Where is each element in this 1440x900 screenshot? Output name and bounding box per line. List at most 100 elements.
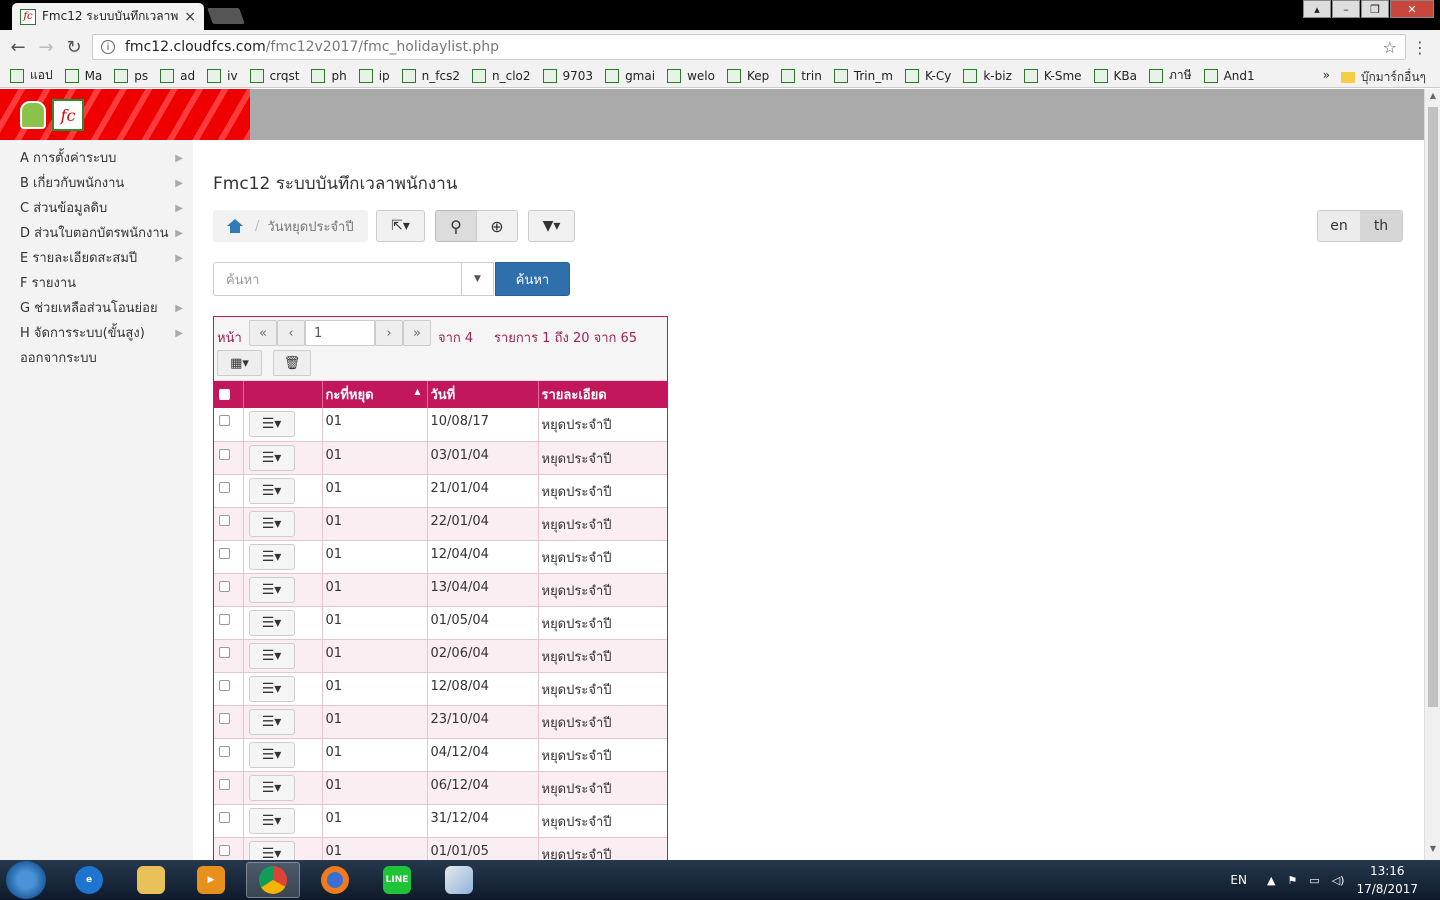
clock[interactable]: 13:16 17/8/2017 — [1356, 862, 1418, 898]
search-options-dropdown[interactable]: ▼ — [461, 262, 494, 296]
table-row[interactable]: ☰▾ 01 01/01/05 หยุดประจำปี — [214, 837, 667, 860]
column-header-detail[interactable]: รายละเอียด — [538, 381, 667, 408]
taskbar-firefox[interactable] — [308, 862, 362, 898]
sidebar-item[interactable]: A การตั้งค่าระบบ ▶ — [0, 146, 193, 171]
bookmark-item[interactable]: n_fcs2 — [401, 68, 460, 83]
row-checkbox[interactable] — [219, 580, 230, 592]
sidebar-item[interactable]: F รายงาน — [0, 271, 193, 296]
row-checkbox[interactable] — [219, 844, 230, 856]
table-row[interactable]: ☰▾ 01 10/08/17 หยุดประจำปี — [214, 408, 667, 442]
row-checkbox[interactable] — [219, 448, 230, 460]
scrollbar-thumb[interactable] — [1428, 107, 1438, 707]
table-row[interactable]: ☰▾ 01 22/01/04 หยุดประจำปี — [214, 507, 667, 541]
back-icon[interactable]: ← — [4, 37, 32, 58]
row-menu-button[interactable]: ☰▾ — [248, 774, 295, 801]
bookmark-item[interactable]: Trin_m — [833, 68, 893, 83]
row-checkbox[interactable] — [219, 514, 230, 526]
table-row[interactable]: ☰▾ 01 03/01/04 หยุดประจำปี — [214, 441, 667, 475]
table-row[interactable]: ☰▾ 01 06/12/04 หยุดประจำปี — [214, 771, 667, 805]
page-scrollbar[interactable]: ▲ ▼ — [1424, 89, 1440, 860]
search-toggle-button[interactable]: ⚲ — [435, 210, 477, 242]
column-header-shift[interactable]: กะที่หยุด ▲ — [322, 381, 428, 408]
bookmark-item[interactable]: crqst — [249, 68, 299, 83]
bookmark-item[interactable]: K-Sme — [1023, 68, 1082, 83]
input-language[interactable]: EN — [1230, 873, 1247, 887]
row-menu-button[interactable]: ☰▾ — [248, 576, 295, 603]
table-row[interactable]: ☰▾ 01 21/01/04 หยุดประจำปี — [214, 474, 667, 508]
table-row[interactable]: ☰▾ 01 12/08/04 หยุดประจำปี — [214, 672, 667, 706]
reload-icon[interactable]: ↻ — [60, 37, 88, 58]
tab-close-icon[interactable]: × — [184, 9, 196, 25]
bookmark-item[interactable]: n_clo2 — [472, 68, 531, 83]
bookmarks-more-button[interactable]: » — [1323, 68, 1330, 82]
search-button[interactable]: ค้นหา — [495, 262, 570, 296]
table-row[interactable]: ☰▾ 01 01/05/04 หยุดประจำปี — [214, 606, 667, 640]
row-menu-button[interactable]: ☰▾ — [248, 642, 295, 669]
sidebar-item[interactable]: G ช่วยเหลือส่วนโอนย่อย ▶ — [0, 296, 193, 321]
columns-button[interactable]: ▦▾ — [217, 350, 262, 376]
row-menu-button[interactable]: ☰▾ — [248, 807, 295, 834]
taskbar-chrome[interactable] — [246, 862, 300, 898]
table-row[interactable]: ☰▾ 01 31/12/04 หยุดประจำปี — [214, 804, 667, 838]
tray-arrow-icon[interactable]: ▲ — [1267, 874, 1275, 887]
home-icon[interactable] — [227, 219, 243, 233]
row-menu-button[interactable]: ☰▾ — [248, 477, 295, 504]
row-checkbox[interactable] — [219, 646, 230, 658]
minimize-button[interactable]: – — [1332, 0, 1360, 18]
app-logo[interactable]: fc — [0, 89, 250, 140]
row-menu-button[interactable]: ☰▾ — [248, 609, 295, 636]
sidebar-item[interactable]: H จัดการระบบ(ขั้นสูง) ▶ — [0, 321, 193, 346]
other-bookmarks-folder[interactable]: บุ๊กมาร์กอื่นๆ — [1340, 68, 1426, 87]
new-tab-button[interactable] — [207, 8, 245, 24]
export-button[interactable]: ⇱▾ — [376, 210, 425, 242]
row-checkbox[interactable] — [219, 613, 230, 625]
first-page-button[interactable]: « — [249, 320, 277, 346]
delete-button[interactable]: 🗑 — [273, 350, 311, 376]
taskbar-explorer[interactable] — [124, 862, 178, 898]
sidebar-item[interactable]: B เกี่ยวกับพนักงาน ▶ — [0, 171, 193, 196]
bookmark-item[interactable]: gmai — [605, 68, 655, 83]
bookmark-item[interactable]: Kep — [726, 68, 769, 83]
row-menu-button[interactable]: ☰▾ — [248, 510, 295, 537]
taskbar-line[interactable]: LINE — [370, 862, 424, 898]
sidebar-item[interactable]: C ส่วนข้อมูลดิบ ▶ — [0, 196, 193, 221]
filter-button[interactable]: ▼▾ — [528, 210, 575, 242]
row-menu-button[interactable]: ☰▾ — [248, 543, 295, 570]
taskbar-ie[interactable]: e — [62, 862, 116, 898]
row-checkbox[interactable] — [219, 745, 230, 757]
next-page-button[interactable]: › — [375, 320, 403, 346]
site-info-icon[interactable]: i — [101, 40, 115, 54]
bookmark-star-icon[interactable]: ☆ — [1383, 38, 1397, 57]
sidebar-item[interactable]: ออกจากระบบ — [0, 346, 193, 371]
bookmark-item[interactable]: trin — [781, 68, 822, 83]
search-input[interactable]: ค้นหา — [213, 262, 462, 296]
table-row[interactable]: ☰▾ 01 13/04/04 หยุดประจำปี — [214, 573, 667, 607]
bookmark-item[interactable]: welo — [667, 68, 715, 83]
prev-page-button[interactable]: ‹ — [277, 320, 305, 346]
window-close-button[interactable]: ✕ — [1390, 0, 1434, 18]
bookmark-item[interactable]: ad — [160, 68, 195, 83]
row-menu-button[interactable]: ☰▾ — [248, 444, 295, 471]
row-menu-button[interactable]: ☰▾ — [248, 840, 295, 860]
row-checkbox[interactable] — [219, 679, 230, 691]
page-number-input[interactable]: 1 — [305, 320, 375, 346]
bookmark-item[interactable]: ph — [311, 68, 347, 83]
volume-icon[interactable]: ◁) — [1332, 874, 1345, 887]
bookmark-item[interactable]: KBa — [1093, 68, 1137, 83]
row-checkbox[interactable] — [219, 778, 230, 790]
table-row[interactable]: ☰▾ 01 12/04/04 หยุดประจำปี — [214, 540, 667, 574]
sidebar-item[interactable]: E รายละเอียดสะสมปี ▶ — [0, 246, 193, 271]
browser-tab[interactable]: fc Fmc12 ระบบบันทึกเวลาพนัก × — [12, 3, 204, 30]
scroll-up-icon[interactable]: ▲ — [1425, 91, 1440, 105]
scroll-down-icon[interactable]: ▼ — [1425, 844, 1440, 858]
row-menu-button[interactable]: ☰▾ — [248, 411, 295, 437]
lang-en-button[interactable]: en — [1318, 211, 1360, 241]
address-bar[interactable]: i fmc12.cloudfcs.com /fmc12v2017/fmc_hol… — [92, 34, 1406, 60]
column-header-date[interactable]: วันที่ — [427, 381, 539, 408]
row-menu-button[interactable]: ☰▾ — [248, 741, 295, 768]
user-icon[interactable]: ▴ — [1303, 0, 1331, 18]
bookmark-item[interactable]: ip — [358, 68, 390, 83]
bookmark-item[interactable]: 9703 — [542, 68, 593, 83]
row-checkbox[interactable] — [219, 547, 230, 559]
advanced-search-button[interactable]: ⊕ — [476, 210, 518, 242]
